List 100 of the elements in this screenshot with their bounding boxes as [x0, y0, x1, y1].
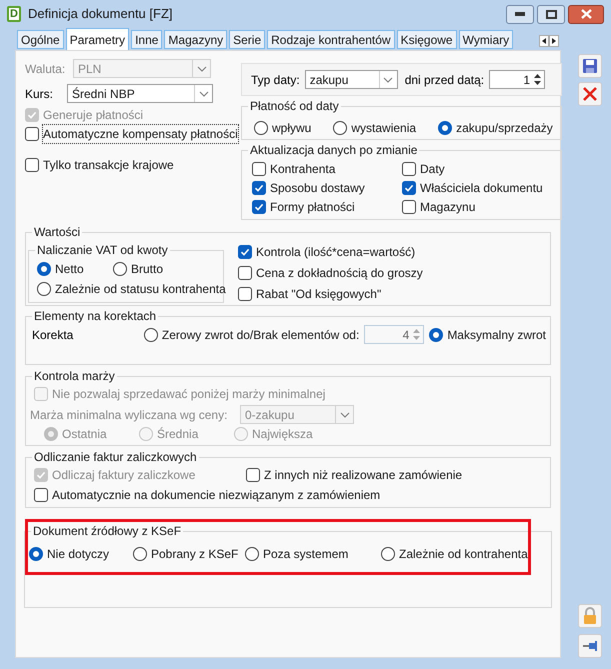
checkbox[interactable] — [238, 245, 252, 259]
checkbox[interactable] — [402, 162, 416, 176]
tab[interactable]: Magazyny — [164, 30, 228, 49]
radio-button[interactable] — [37, 262, 51, 276]
padlock-icon — [582, 607, 598, 625]
close-button[interactable] — [568, 4, 604, 24]
radio-label: Zależnie od kontrahenta — [399, 546, 528, 563]
checkbox[interactable] — [238, 287, 252, 301]
radio-button[interactable] — [37, 282, 51, 296]
group-title: Odliczanie faktur zaliczkowych — [33, 449, 198, 466]
scroll-right-button[interactable] — [549, 35, 559, 47]
pin-button[interactable] — [578, 634, 602, 658]
chevron-down-icon — [198, 90, 208, 96]
radio-label: zakupu/sprzedaży — [456, 120, 553, 137]
checkbox-label: Generuje płatności — [43, 107, 144, 124]
group-title: Elementy na korektach — [33, 308, 158, 325]
checkbox-label: Magazynu — [420, 199, 476, 216]
radio-button[interactable] — [438, 121, 452, 135]
checkbox[interactable] — [252, 200, 266, 214]
radio-button[interactable] — [381, 547, 395, 561]
tab[interactable]: Parametry — [66, 28, 130, 51]
checkbox-label: Cena z dokładnością do groszy — [256, 265, 423, 282]
radio-label: Brutto — [131, 261, 164, 278]
spin-arrows-icon — [412, 327, 422, 342]
checkbox-label: Właściciela dokumentu — [420, 180, 543, 197]
save-button[interactable] — [578, 54, 602, 78]
radio-label: wystawienia — [351, 120, 416, 137]
field-label: Waluta: — [25, 60, 66, 78]
radio-button[interactable] — [245, 547, 259, 561]
checkbox-label: Formy płatności — [270, 199, 355, 216]
checkbox-label: Sposobu dostawy — [270, 180, 365, 197]
minimize-button[interactable] — [506, 4, 534, 24]
close-icon — [582, 86, 598, 102]
check-icon — [240, 247, 250, 257]
checkbox[interactable] — [252, 181, 266, 195]
checkbox-label: Kontrahenta — [270, 161, 336, 178]
checkbox[interactable] — [246, 468, 260, 482]
tab[interactable]: Rodzaje kontrahentów — [267, 30, 395, 49]
checkbox[interactable] — [25, 127, 39, 141]
field-label: Marża minimalna wyliczana wg ceny: — [30, 406, 228, 424]
checkbox[interactable] — [402, 181, 416, 195]
minimize-icon — [515, 12, 525, 16]
radio-button[interactable] — [144, 328, 158, 342]
radio-label: Poza systemem — [263, 546, 348, 563]
radio-button[interactable] — [254, 121, 268, 135]
radio-button[interactable] — [333, 121, 348, 135]
triangle-left-icon — [542, 38, 546, 44]
cancel-button[interactable] — [578, 82, 602, 106]
scroll-left-button[interactable] — [539, 35, 549, 47]
checkbox[interactable] — [34, 488, 48, 502]
checkbox-label: Automatyczne kompensaty płatności — [43, 125, 238, 143]
tab[interactable]: Inne — [131, 30, 162, 49]
radio-button[interactable] — [113, 262, 127, 276]
group-title: Dokument źródłowy z KSeF — [32, 523, 182, 540]
checkbox-label: Tylko transakcje krajowe — [43, 157, 174, 174]
field-label: Korekta — [32, 326, 74, 344]
checkbox-label: Rabat "Od księgowych" — [256, 286, 382, 303]
checkbox-label: Automatycznie na dokumencie niezwiązanym z zamówieniem — [52, 487, 380, 504]
tab[interactable]: Księgowe — [396, 30, 457, 49]
radio-label: Średnia — [157, 426, 198, 443]
radio-label: Nie dotyczy — [47, 546, 110, 563]
radio-label: wpływu — [272, 120, 312, 137]
chevron-down-icon — [196, 66, 206, 72]
close-icon — [580, 9, 592, 19]
checkbox[interactable] — [402, 200, 416, 214]
group-title: Wartości — [33, 224, 82, 241]
group-title: Kontrola marży — [33, 368, 116, 385]
check-icon — [27, 110, 37, 120]
radio-button[interactable] — [29, 547, 43, 561]
field-label: Typ daty: — [251, 72, 300, 88]
radio-button[interactable] — [133, 547, 147, 561]
radio-label: Ostatnia — [62, 426, 107, 443]
tab[interactable]: Wymiary — [458, 30, 514, 49]
checkbox[interactable] — [25, 158, 39, 172]
triangle-right-icon — [552, 38, 556, 44]
chevron-down-icon — [383, 76, 394, 82]
maximize-icon — [546, 10, 556, 18]
app-icon: D — [7, 6, 21, 22]
radio-label: Maksymalny zwrot — [447, 326, 546, 344]
checkbox-label: Daty — [420, 161, 445, 178]
checkbox-label: Odliczaj faktury zaliczkowe — [52, 467, 196, 484]
dropdown[interactable]: Średni NBP — [67, 84, 213, 103]
dropdown[interactable]: zakupu — [304, 70, 398, 89]
check-icon — [36, 470, 46, 480]
tab[interactable]: Serie — [229, 30, 266, 49]
checkbox[interactable] — [238, 266, 252, 280]
group-title: Aktualizacja danych po zmianie — [249, 142, 418, 159]
checkbox[interactable] — [252, 162, 266, 176]
number-field[interactable]: 1 — [489, 70, 546, 89]
radio-button[interactable] — [429, 328, 444, 342]
tab[interactable]: Ogólne — [17, 30, 64, 49]
checkbox-label: Nie pozwalaj sprzedawać poniżej marży minimalnej — [52, 386, 326, 403]
checkbox-label: Z innych niż realizowane zamówienie — [264, 467, 462, 484]
checkbox-label: Kontrola (ilość*cena=wartość) — [256, 244, 416, 261]
chevron-down-icon — [340, 412, 350, 418]
radio-label: Zależnie od statusu kontrahenta — [55, 281, 226, 298]
group-title: Płatność od daty — [249, 98, 340, 115]
check-icon — [404, 183, 414, 193]
radio-label: Netto — [55, 261, 84, 278]
maximize-button[interactable] — [537, 4, 565, 24]
